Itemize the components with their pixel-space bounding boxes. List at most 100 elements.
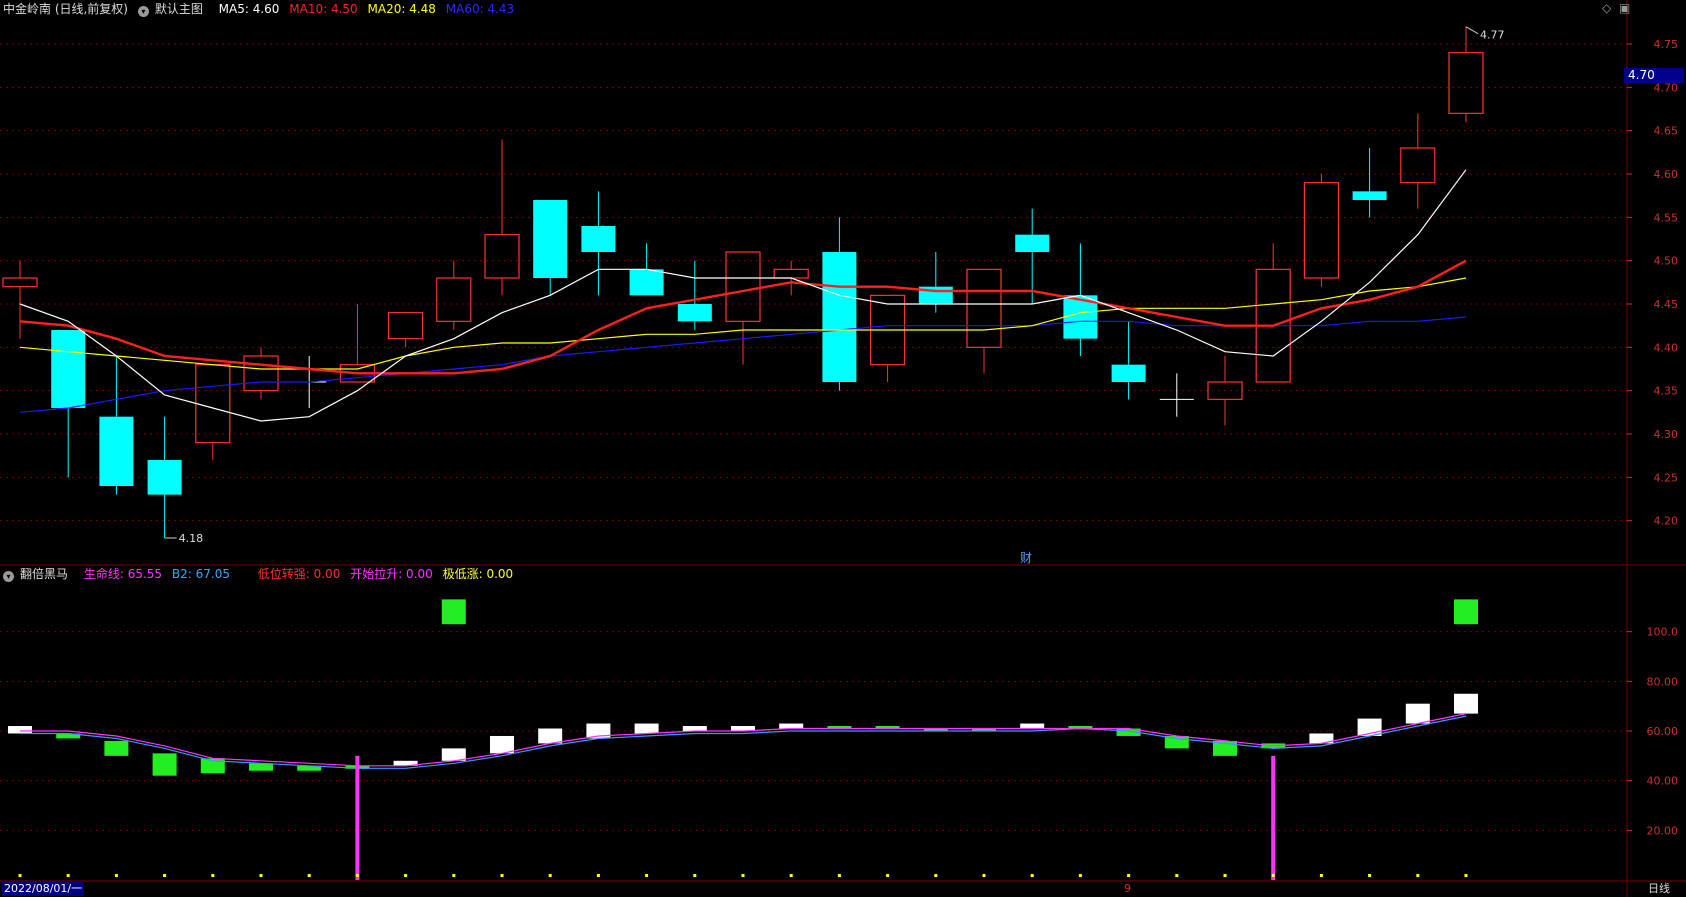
indicator-bar bbox=[490, 735, 514, 754]
ma5-line bbox=[19, 169, 1467, 422]
signal-yellow-dot bbox=[837, 874, 841, 877]
price-tick-label: 4.70 bbox=[1654, 81, 1679, 94]
price-panel[interactable]: 4.77 4.18 财 bbox=[2, 26, 1505, 565]
max-price-label: 4.77 bbox=[1480, 29, 1505, 42]
current-price-tag: 4.70 bbox=[1624, 68, 1684, 83]
indicator-panel[interactable] bbox=[8, 599, 1478, 880]
indicator-bar bbox=[249, 763, 273, 771]
candle-body-up bbox=[1303, 182, 1340, 279]
date-label: 2022/08/01/一 bbox=[2, 882, 85, 896]
indicator-bar bbox=[1405, 703, 1430, 724]
signal-yellow-dot bbox=[789, 874, 793, 877]
price-tick-label: 4.60 bbox=[1654, 168, 1679, 181]
min-price-label: 4.18 bbox=[179, 532, 204, 545]
stock-chart-window[interactable]: 4.75 4.70 4.65 4.60 4.55 4.50 4.45 4.40 4.35 4.30… bbox=[0, 0, 1686, 897]
signal-yellow-dot bbox=[741, 874, 745, 877]
indicator-panel-header: ▾ 翻倍黑马 生命线: 65.55 B2: 67.05 低位转强: 0.00 开始… bbox=[3, 566, 519, 582]
price-tick-label: 4.40 bbox=[1654, 341, 1679, 354]
stock-name[interactable]: 中金岭南 (日线,前复权) bbox=[3, 2, 128, 16]
signal-yellow-dot bbox=[1030, 874, 1034, 877]
candle bbox=[1303, 174, 1340, 287]
candle bbox=[1015, 208, 1050, 304]
candle bbox=[677, 260, 712, 330]
main-chart-label[interactable]: ▾ 默认主图 bbox=[137, 2, 209, 17]
candle-body-down bbox=[533, 200, 568, 278]
settings-icon[interactable]: ▾ bbox=[137, 6, 149, 17]
indicator-tick-label: 40.00 bbox=[1647, 775, 1679, 788]
candle bbox=[484, 139, 520, 296]
candle-body-down bbox=[1015, 234, 1050, 252]
price-tick-label: 4.75 bbox=[1654, 38, 1679, 51]
indicator-bar bbox=[1164, 735, 1189, 749]
signal-yellow-dot bbox=[259, 874, 263, 877]
indicator-name[interactable]: ▾ 翻倍黑马 bbox=[3, 567, 74, 582]
candle-body-down bbox=[1111, 364, 1146, 382]
candle bbox=[195, 364, 231, 460]
candle bbox=[99, 356, 134, 495]
signal-yellow-dot bbox=[548, 874, 552, 877]
indicator-tick-label: 20.00 bbox=[1647, 824, 1679, 837]
max-arrow bbox=[1465, 26, 1479, 35]
signal-yellow-dot bbox=[211, 874, 215, 877]
signal-yellow-dot bbox=[1368, 874, 1372, 877]
signal-yellow-dot bbox=[982, 874, 986, 877]
candle bbox=[1352, 148, 1387, 218]
candle-body-up bbox=[195, 364, 231, 444]
signal-green-block bbox=[441, 599, 466, 625]
indicator-settings-icon[interactable]: ▾ bbox=[3, 571, 14, 582]
indicator-bar bbox=[1454, 693, 1478, 714]
indicator-tick-label: 80.00 bbox=[1647, 675, 1679, 688]
candle bbox=[1255, 243, 1291, 383]
signal-magenta-spike bbox=[355, 755, 360, 880]
candle bbox=[533, 200, 568, 296]
diamond-icon[interactable]: ◇ bbox=[1602, 1, 1611, 15]
ma5-label: MA5: 4.60 bbox=[218, 2, 280, 16]
indicator-bar bbox=[104, 740, 129, 756]
candle bbox=[436, 260, 472, 330]
signal-yellow-dot bbox=[307, 874, 311, 877]
signal-yellow-dot bbox=[355, 874, 359, 877]
signal-green-block bbox=[1454, 599, 1478, 625]
price-tick-label: 4.25 bbox=[1654, 471, 1679, 484]
signal-yellow-dot bbox=[596, 874, 600, 877]
start-rise-label: 开始拉升: 0.00 bbox=[350, 567, 433, 581]
candle-body-down bbox=[99, 416, 134, 486]
signal-yellow-dot bbox=[1078, 874, 1082, 877]
signal-yellow-dot bbox=[66, 874, 70, 877]
candle-body-up bbox=[388, 312, 424, 340]
window-icon[interactable]: ▣ bbox=[1619, 1, 1630, 15]
candle-body-down bbox=[51, 330, 86, 408]
price-panel-header: 中金岭南 (日线,前复权) ▾ 默认主图 MA5: 4.60 MA10: 4.50… bbox=[3, 1, 520, 17]
candle bbox=[725, 251, 761, 365]
indicator-bar bbox=[634, 723, 659, 734]
signal-yellow-dot bbox=[693, 874, 697, 877]
ma10-label: MA10: 4.50 bbox=[289, 2, 358, 16]
month-marker: 9 bbox=[1124, 882, 1131, 895]
candle-body-up bbox=[2, 277, 38, 288]
candle bbox=[147, 416, 182, 538]
period-label[interactable]: 日线 bbox=[1648, 882, 1670, 896]
signal-yellow-dot bbox=[1175, 874, 1179, 877]
signal-yellow-dot bbox=[404, 874, 408, 877]
candle-body-down bbox=[629, 269, 664, 296]
price-tick-label: 4.50 bbox=[1654, 255, 1679, 268]
chart-canvas[interactable]: 4.75 4.70 4.65 4.60 4.55 4.50 4.45 4.40 4.35 4.30… bbox=[0, 0, 1686, 897]
price-tick-label: 4.35 bbox=[1654, 385, 1679, 398]
signal-yellow-dot bbox=[1464, 874, 1468, 877]
indicator-bar bbox=[1020, 723, 1045, 729]
b2-label: B2: 67.05 bbox=[171, 567, 230, 581]
candle-body-up bbox=[773, 268, 809, 279]
ma60-label: MA60: 4.43 bbox=[445, 2, 515, 16]
indicator-bar bbox=[779, 723, 804, 729]
price-tick-label: 4.45 bbox=[1654, 298, 1679, 311]
signal-yellow-dot bbox=[18, 874, 22, 877]
signal-yellow-dot bbox=[886, 874, 890, 877]
candle-body-down bbox=[581, 226, 616, 252]
indicator-tick-label: 100.0 bbox=[1647, 626, 1679, 639]
life-line-label: 生命线: 65.55 bbox=[83, 567, 163, 581]
candle bbox=[1159, 373, 1194, 417]
price-tick-label: 4.20 bbox=[1654, 515, 1679, 528]
indicator-bar bbox=[8, 726, 32, 734]
signal-yellow-dot bbox=[1416, 874, 1420, 877]
signal-yellow-dot bbox=[1271, 874, 1275, 877]
